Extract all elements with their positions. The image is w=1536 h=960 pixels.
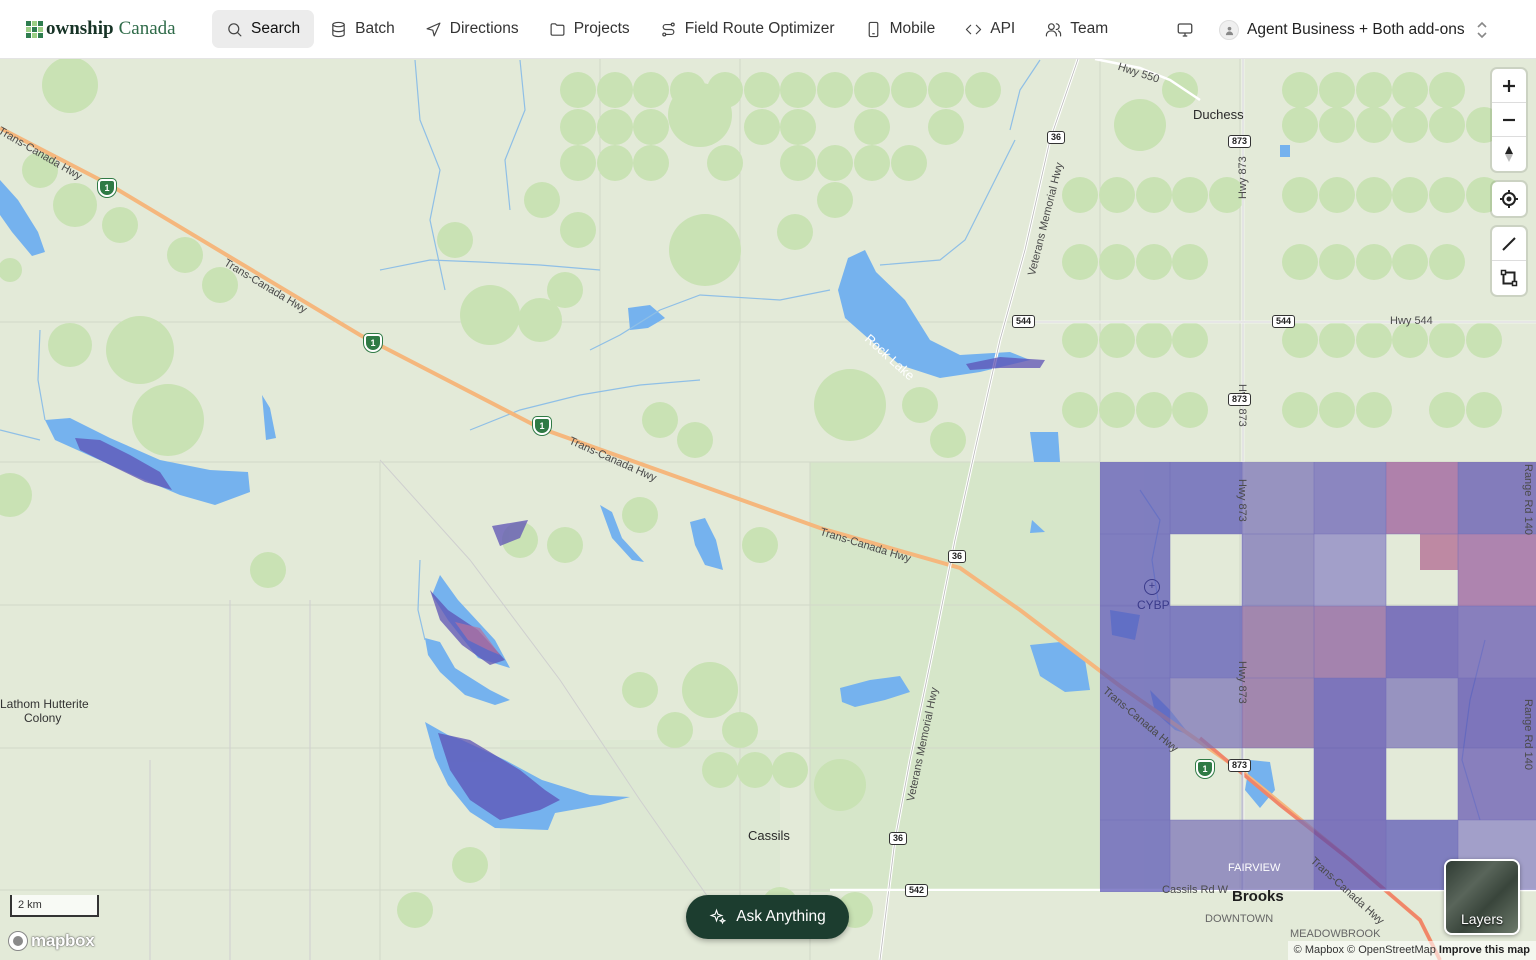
hwy-shield-36: 36 [1047,131,1066,144]
place-label-cassils: Cassils [748,828,790,843]
sparkles-icon [709,908,727,925]
account-plan-label: Agent Business + Both add-ons [1247,21,1465,38]
nav-api-label: API [990,20,1016,37]
nav-mobile[interactable]: Mobile [851,10,950,48]
nav-batch[interactable]: Batch [316,10,409,48]
compass-reset-button[interactable] [1492,137,1526,171]
nav-directions[interactable]: Directions [411,10,533,48]
nav-directions-label: Directions [449,20,519,37]
trans-canada-shield: 1 [98,179,116,197]
place-label-colony: Colony [24,711,62,725]
attribution-osm-link[interactable]: © OpenStreetMap [1347,944,1436,956]
top-navigation-bar: ownship Canada Search Batch Directions P… [0,0,1536,59]
mapbox-wordmark: mapbox [31,931,95,950]
draw-line-button[interactable] [1492,227,1526,261]
draw-polygon-button[interactable] [1492,261,1526,295]
hwy-shield-873: 873 [1228,135,1252,148]
hwy-shield-542: 542 [905,884,929,897]
app-logo[interactable]: ownship Canada [26,18,206,40]
plus-icon [1503,79,1515,92]
improve-map-link[interactable]: Improve this map [1439,944,1530,956]
mapbox-logo[interactable]: mapbox [8,931,95,951]
folder-icon [550,22,565,36]
route-icon [661,22,675,36]
hwy-shield-544: 544 [1012,315,1036,328]
nav-projects-label: Projects [573,20,630,37]
line-tool-icon [1502,236,1516,251]
nav-team[interactable]: Team [1031,10,1122,48]
hwy-shield-544: 544 [1272,315,1296,328]
place-label-brooks: Brooks [1232,888,1284,905]
map-base-layer [0,59,1536,960]
smartphone-icon [868,21,878,37]
road-label-hwy873-3: Hwy 873 [1236,479,1248,522]
hwy-shield-873: 873 [1228,393,1252,406]
map-attribution: © Mapbox © OpenStreetMap Improve this ma… [1287,941,1536,960]
crosshair-icon [1500,190,1518,208]
nav-search[interactable]: Search [212,10,315,48]
layers-label: Layers [1460,911,1504,927]
draw-controls [1492,227,1526,295]
geolocate-control [1492,182,1526,216]
road-label-range-rd-1: Range Rd 140 [1522,464,1534,535]
chevron-up-down-icon [1477,21,1487,39]
place-label-downtown: DOWNTOWN [1205,913,1274,925]
trans-canada-shield: 1 [533,417,551,435]
place-label-meadowbrook: MEADOWBROOK [1290,928,1381,940]
database-icon [332,21,345,37]
nav-field-route-optimizer[interactable]: Field Route Optimizer [646,10,849,48]
nav-api[interactable]: API [951,10,1029,48]
minus-icon [1503,118,1515,121]
geolocate-button[interactable] [1492,182,1526,216]
attribution-mapbox-link[interactable]: © Mapbox [1294,944,1344,956]
code-icon [966,24,982,34]
place-label-duchess: Duchess [1193,107,1244,122]
layers-button[interactable]: Layers [1444,859,1520,935]
airport-icon: + [1144,579,1160,595]
nav-search-label: Search [251,20,301,37]
place-label-lathom: Lathom Hutterite [0,697,89,711]
search-icon [228,22,242,36]
nav-mobile-label: Mobile [889,20,936,37]
nav-field-route-optimizer-label: Field Route Optimizer [684,20,835,37]
road-label-range-rd-2: Range Rd 140 [1522,699,1534,770]
ask-anything-label: Ask Anything [736,908,826,925]
road-label-hwy873-4: Hwy 873 [1236,661,1248,704]
nav-projects[interactable]: Projects [535,10,644,48]
account-switcher[interactable]: Agent Business + Both add-ons [1219,14,1489,46]
hwy-shield-36: 36 [889,832,908,845]
place-label-fairview: FAIRVIEW [1228,862,1281,874]
monitor-icon [1177,23,1193,37]
nav-team-label: Team [1070,20,1109,37]
hwy-shield-873: 873 [1228,759,1252,772]
trans-canada-shield: 1 [364,334,382,352]
map-canvas[interactable]: Duchess Cassils Brooks Lathom Hutterite … [0,59,1536,960]
zoom-out-button[interactable] [1492,103,1526,137]
airport-label-cybp: CYBP [1137,598,1170,612]
logo-grid-icon [26,20,43,38]
road-label-cassils-rd: Cassils Rd W [1162,884,1229,896]
road-label-hwy544: Hwy 544 [1390,315,1433,327]
users-icon [1046,22,1062,36]
compass-icon [1505,146,1513,162]
logo-wordmark: ownship [46,18,114,39]
zoom-in-button[interactable] [1492,69,1526,103]
zoom-controls [1492,69,1526,171]
user-icon [1219,20,1239,40]
map-scale-bar: 2 km [10,895,99,917]
polygon-tool-icon [1500,269,1518,287]
road-label-hwy873-1: Hwy 873 [1237,156,1249,199]
hwy-shield-36: 36 [948,550,967,563]
nav-batch-label: Batch [355,20,395,37]
display-toggle-button[interactable] [1172,18,1198,42]
navigation-arrow-icon [426,22,441,36]
logo-country: Canada [118,18,176,39]
ask-anything-button[interactable]: Ask Anything [686,895,849,939]
trans-canada-shield: 1 [1196,760,1214,778]
